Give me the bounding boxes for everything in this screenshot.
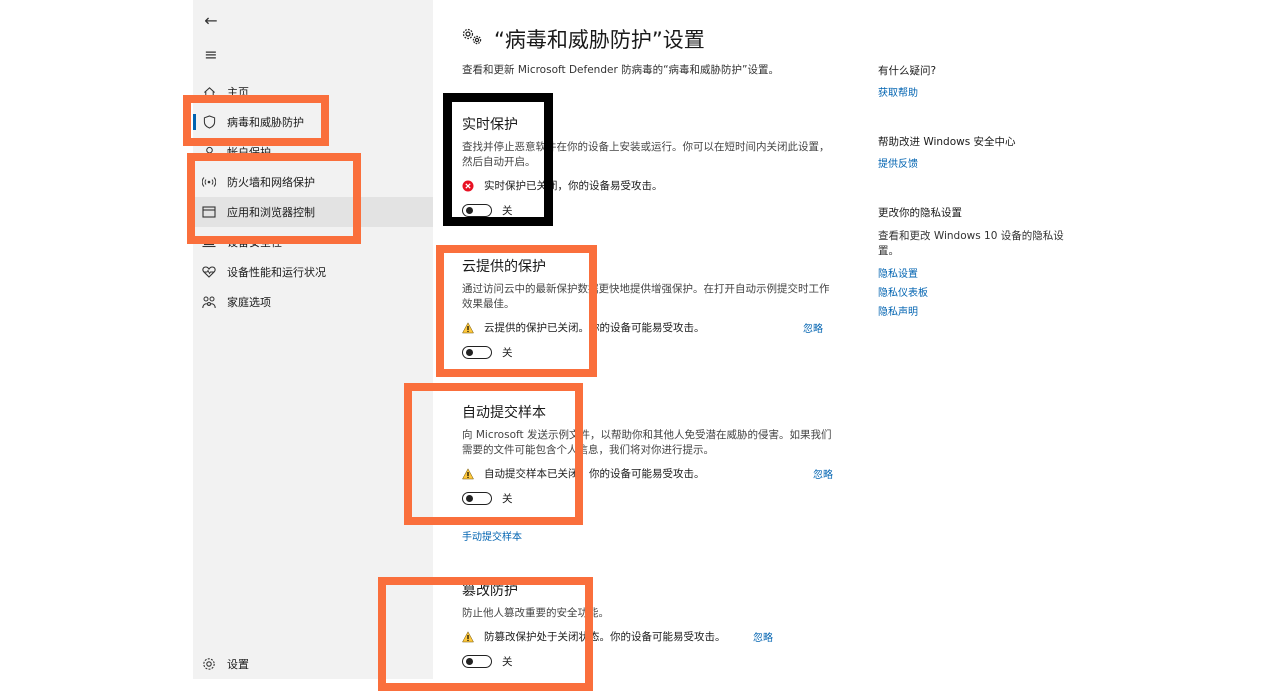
cloud-protection-toggle[interactable] [462, 346, 492, 359]
warning-icon [462, 467, 474, 480]
hamburger-menu-button[interactable]: ≡ [199, 43, 223, 67]
help-heading: 有什么疑问? [878, 65, 937, 77]
back-button[interactable]: ← [199, 9, 223, 33]
privacy-heading: 更改你的隐私设置 [878, 207, 962, 219]
sidebar-item-label: 主页 [227, 86, 249, 99]
toggle-knob [466, 349, 473, 356]
shield-icon [201, 114, 217, 130]
privacy-text: 查看和更改 Windows 10 设备的隐私设置。 [878, 230, 1064, 257]
status-text: 防篡改保护处于关闭状态。你的设备可能易受攻击。 [484, 631, 726, 643]
sidebar-item-label: 家庭选项 [227, 296, 271, 309]
page-title-text: “病毒和威胁防护”设置 [494, 28, 705, 52]
tamper-ignore-link[interactable]: 忽略 [753, 629, 773, 644]
tamper-protection-section: 篡改防护 防止他人篡改重要的安全功能。 防篡改保护处于关闭状态。你的设备可能易受… [462, 580, 842, 669]
tamper-protection-toggle[interactable] [462, 655, 492, 668]
sidebar-item-family-options[interactable]: 家庭选项 [193, 287, 433, 317]
sidebar-item-firewall[interactable]: 防火墙和网络保护 [193, 167, 433, 197]
status-row: 防篡改保护处于关闭状态。你的设备可能易受攻击。 忽略 [462, 629, 842, 644]
sidebar-item-label: 病毒和威胁防护 [227, 116, 304, 129]
section-title: 篡改防护 [462, 583, 518, 599]
browser-window-icon [201, 204, 217, 220]
sidebar-item-label: 设备性能和运行状况 [227, 266, 326, 279]
sidebar-item-home[interactable]: 主页 [193, 77, 433, 107]
section-description: 通过访问云中的最新保护数据更快地提供增强保护。在打开自动示例提交时工作效果最佳。 [462, 283, 830, 310]
sidebar-item-account-protection[interactable]: 帐户保护 [193, 137, 433, 167]
status-row: 自动提交样本已关闭。你的设备可能易受攻击。 忽略 [462, 466, 842, 481]
feedback-link[interactable]: 提供反馈 [878, 155, 918, 170]
home-icon [201, 84, 217, 100]
sample-ignore-link[interactable]: 忽略 [813, 466, 833, 481]
status-text: 自动提交样本已关闭。你的设备可能易受攻击。 [484, 468, 705, 480]
sidebar-item-label: 帐户保护 [227, 146, 271, 159]
privacy-statement-link[interactable]: 隐私声明 [878, 303, 918, 318]
sidebar-item-virus-protection[interactable]: 病毒和威胁防护 [193, 107, 433, 137]
gears-icon [462, 27, 484, 51]
section-description: 向 Microsoft 发送示例文件，以帮助你和其他人免受潜在威胁的侵害。如果我… [462, 429, 832, 456]
error-icon [462, 180, 474, 192]
toggle-label: 关 [502, 493, 513, 505]
page-subtitle: 查看和更新 Microsoft Defender 防病毒的“病毒和威胁防护”设置… [462, 64, 779, 76]
get-help-link[interactable]: 获取帮助 [878, 84, 918, 99]
warning-icon [462, 321, 474, 334]
sidebar-item-label: 应用和浏览器控制 [227, 206, 315, 219]
family-icon [201, 294, 217, 310]
sidebar-item-device-performance[interactable]: 设备性能和运行状况 [193, 257, 433, 287]
toggle-label: 关 [502, 656, 513, 668]
section-title: 自动提交样本 [462, 405, 546, 421]
sidebar-item-app-browser-control[interactable]: 应用和浏览器控制 [193, 197, 433, 227]
toggle-row: 关 [462, 491, 842, 506]
main-content: “病毒和威胁防护”设置 查看和更新 Microsoft Defender 防病毒… [433, 0, 853, 693]
manual-sample-submit-link[interactable]: 手动提交样本 [462, 528, 842, 543]
realtime-protection-toggle[interactable] [462, 204, 492, 217]
status-text: 实时保护已关闭，你的设备易受攻击。 [484, 180, 663, 192]
sidebar-item-device-security[interactable]: 设备安全性 [193, 227, 433, 257]
toggle-label: 关 [502, 347, 513, 359]
section-title: 云提供的保护 [462, 259, 546, 275]
realtime-protection-section: 实时保护 查找并停止恶意软件在你的设备上安装或运行。你可以在短时间内关闭此设置，… [462, 114, 842, 218]
privacy-dashboard-link[interactable]: 隐私仪表板 [878, 284, 928, 299]
cloud-protection-section: 云提供的保护 通过访问云中的最新保护数据更快地提供增强保护。在打开自动示例提交时… [462, 256, 842, 360]
status-row: 实时保护已关闭，你的设备易受攻击。 [462, 178, 842, 193]
wifi-icon [201, 174, 217, 190]
page-title: “病毒和威胁防护”设置 [462, 24, 705, 54]
person-icon [201, 144, 217, 160]
privacy-settings-link[interactable]: 隐私设置 [878, 265, 918, 280]
section-title: 实时保护 [462, 117, 518, 133]
improve-heading: 帮助改进 Windows 安全中心 [878, 136, 1016, 148]
sidebar-item-label: 防火墙和网络保护 [227, 176, 315, 189]
toggle-knob [466, 207, 473, 214]
warning-icon [462, 630, 474, 643]
section-description: 防止他人篡改重要的安全功能。 [462, 607, 609, 619]
toggle-label: 关 [502, 205, 513, 217]
toggle-knob [466, 495, 473, 502]
sidebar: ← ≡ 主页 病毒和威胁防护 帐户保护 防火墙和网络保护 应用和浏览器控制 设备… [193, 0, 433, 679]
sample-submission-section: 自动提交样本 向 Microsoft 发送示例文件，以帮助你和其他人免受潜在威胁… [462, 402, 842, 543]
status-text: 云提供的保护已关闭。你的设备可能易受攻击。 [484, 322, 705, 334]
toggle-row: 关 [462, 203, 842, 218]
status-row: 云提供的保护已关闭。你的设备可能易受攻击。 忽略 [462, 320, 842, 335]
toggle-row: 关 [462, 654, 842, 669]
sidebar-item-label: 设置 [227, 658, 249, 671]
section-description: 查找并停止恶意软件在你的设备上安装或运行。你可以在短时间内关闭此设置，然后自动开… [462, 141, 830, 168]
gear-icon [201, 656, 217, 672]
sidebar-item-label: 设备安全性 [227, 236, 282, 249]
heart-icon [201, 264, 217, 280]
toggle-knob [466, 658, 473, 665]
sidebar-item-settings[interactable]: 设置 [193, 649, 433, 679]
cloud-ignore-link[interactable]: 忽略 [803, 320, 823, 335]
toggle-row: 关 [462, 345, 842, 360]
laptop-icon [201, 234, 217, 250]
sample-submission-toggle[interactable] [462, 492, 492, 505]
